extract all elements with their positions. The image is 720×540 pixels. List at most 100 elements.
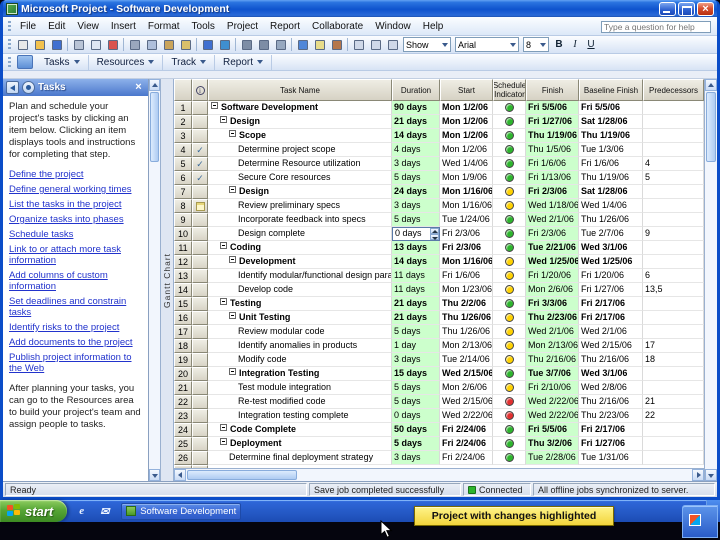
title-bar[interactable]: Microsoft Project - Software Development	[3, 0, 717, 17]
baseline-finish-cell[interactable]: Thu 1/19/06	[579, 171, 643, 185]
indicator-cell[interactable]: ✓	[192, 171, 208, 185]
schedule-indicator-cell[interactable]	[493, 227, 526, 241]
predecessors-cell[interactable]: 6	[643, 269, 704, 283]
row-number-cell[interactable]: 3	[174, 129, 192, 143]
duration-cell[interactable]: 14 days	[392, 255, 440, 269]
finish-cell[interactable]: Thu 2/16/06	[526, 353, 579, 367]
task-information-icon[interactable]	[294, 37, 311, 52]
indicator-cell[interactable]	[192, 241, 208, 255]
schedule-indicator-cell[interactable]	[493, 157, 526, 171]
link-identify-risks-to-the-project[interactable]: Identify risks to the project	[9, 322, 142, 333]
horizontal-scrollbar[interactable]	[174, 468, 704, 481]
task-name-cell[interactable]: Testing	[208, 297, 392, 311]
schedule-indicator-cell[interactable]	[493, 283, 526, 297]
finish-cell[interactable]: Thu 1/19/06	[526, 129, 579, 143]
save-icon[interactable]	[48, 37, 65, 52]
task-name-cell[interactable]: Re-test modified code	[208, 395, 392, 409]
baseline-finish-cell[interactable]: Wed 2/15/06	[579, 339, 643, 353]
start-cell[interactable]: Fri 2/24/06	[440, 437, 493, 451]
predecessors-cell[interactable]: 17	[643, 339, 704, 353]
row-number-cell[interactable]: 7	[174, 185, 192, 199]
duration-cell[interactable]: 14 days	[392, 129, 440, 143]
duration-cell-editing[interactable]: 0 days	[392, 227, 440, 241]
task-name-cell[interactable]: Identify anomalies in products	[208, 339, 392, 353]
start-cell[interactable]: Fri 2/3/06	[440, 241, 493, 255]
changes-highlighted-callout[interactable]: Project with changes highlighted	[414, 506, 614, 526]
link-link-to-or-attach-more-task-information[interactable]: Link to or attach more task information	[9, 244, 142, 266]
pane-close-icon[interactable]: ×	[132, 81, 145, 94]
row-number-cell[interactable]: 20	[174, 367, 192, 381]
finish-cell[interactable]: Fri 5/5/06	[526, 423, 579, 437]
start-cell[interactable]: Wed 2/15/06	[440, 395, 493, 409]
schedule-indicator-cell[interactable]	[493, 381, 526, 395]
column-header-baseline-finish[interactable]: Baseline Finish	[579, 79, 643, 101]
duration-cell[interactable]: 90 days	[392, 101, 440, 115]
start-cell[interactable]: Tue 2/14/06	[440, 353, 493, 367]
baseline-finish-cell[interactable]: Wed 3/1/06	[579, 241, 643, 255]
menu-file[interactable]: File	[14, 20, 42, 33]
finish-cell[interactable]: Thu 1/5/06	[526, 143, 579, 157]
column-header-duration[interactable]: Duration	[392, 79, 440, 101]
baseline-finish-cell[interactable]: Tue 2/7/06	[579, 227, 643, 241]
finish-cell[interactable]: Fri 2/3/06	[526, 227, 579, 241]
task-name-cell[interactable]: Test module integration	[208, 381, 392, 395]
start-button[interactable]: start	[0, 500, 68, 522]
finish-cell[interactable]: Wed 1/25/06	[526, 255, 579, 269]
predecessors-cell[interactable]	[643, 213, 704, 227]
pane-scrollbar[interactable]	[149, 79, 161, 481]
task-name-cell[interactable]: Review preliminary specs	[208, 199, 392, 213]
finish-cell[interactable]: Fri 3/3/06	[526, 297, 579, 311]
indicator-cell[interactable]	[192, 199, 208, 213]
row-number-cell[interactable]: 13	[174, 269, 192, 283]
zoom-in-icon[interactable]	[350, 37, 367, 52]
collapse-icon[interactable]	[220, 298, 227, 305]
guide-report-button[interactable]: Report	[215, 54, 273, 70]
undo-icon[interactable]	[199, 37, 216, 52]
link-add-columns-of-custom-information[interactable]: Add columns of custom information	[9, 270, 142, 292]
row-number-cell[interactable]: 11	[174, 241, 192, 255]
scrollbar-track[interactable]	[705, 163, 717, 469]
schedule-indicator-cell[interactable]	[493, 395, 526, 409]
menu-collaborate[interactable]: Collaborate	[306, 20, 369, 33]
schedule-indicator-cell[interactable]	[493, 101, 526, 115]
row-number-cell[interactable]: 14	[174, 283, 192, 297]
row-number-cell[interactable]: 15	[174, 297, 192, 311]
task-name-cell[interactable]: Unit Testing	[208, 311, 392, 325]
font-name-dropdown[interactable]: Arial	[455, 37, 519, 52]
link-define-general-working-times[interactable]: Define general working times	[9, 184, 142, 195]
split-task-icon[interactable]	[272, 37, 289, 52]
baseline-finish-cell[interactable]: Wed 3/1/06	[579, 367, 643, 381]
duration-cell[interactable]: 21 days	[392, 115, 440, 129]
link-list-the-tasks-in-the-project[interactable]: List the tasks in the project	[9, 199, 142, 210]
task-name-cell[interactable]: Software Development	[208, 101, 392, 115]
task-name-cell[interactable]: Deployment	[208, 437, 392, 451]
task-name-cell[interactable]: Scope	[208, 129, 392, 143]
task-notes-icon[interactable]	[311, 37, 328, 52]
scroll-up-icon[interactable]	[149, 79, 160, 91]
row-number-cell[interactable]: 18	[174, 339, 192, 353]
column-header-task-name[interactable]: Task Name	[208, 79, 392, 101]
cut-icon[interactable]	[126, 37, 143, 52]
predecessors-cell[interactable]: 9	[643, 227, 704, 241]
predecessors-cell[interactable]	[643, 311, 704, 325]
minimize-button[interactable]	[659, 1, 676, 16]
start-cell[interactable]: Thu 2/2/06	[440, 297, 493, 311]
schedule-indicator-cell[interactable]	[493, 367, 526, 381]
predecessors-cell[interactable]	[643, 101, 704, 115]
predecessors-cell[interactable]: 18	[643, 353, 704, 367]
close-button[interactable]	[697, 1, 714, 17]
row-number-cell[interactable]: 10	[174, 227, 192, 241]
indicator-cell[interactable]	[192, 325, 208, 339]
finish-cell[interactable]: Wed 2/1/06	[526, 213, 579, 227]
baseline-finish-cell[interactable]: Fri 1/27/06	[579, 437, 643, 451]
row-number-cell[interactable]: 9	[174, 213, 192, 227]
task-name-cell[interactable]: Identify modular/functional design param…	[208, 269, 392, 283]
duration-cell[interactable]: 5 days	[392, 395, 440, 409]
start-cell[interactable]: Mon 1/16/06	[440, 255, 493, 269]
schedule-indicator-cell[interactable]	[493, 199, 526, 213]
baseline-finish-cell[interactable]: Fri 2/17/06	[579, 311, 643, 325]
schedule-indicator-cell[interactable]	[493, 129, 526, 143]
format-painter-icon[interactable]	[177, 37, 194, 52]
zoom-out-icon[interactable]	[367, 37, 384, 52]
task-name-cell[interactable]: Secure Core resources	[208, 171, 392, 185]
